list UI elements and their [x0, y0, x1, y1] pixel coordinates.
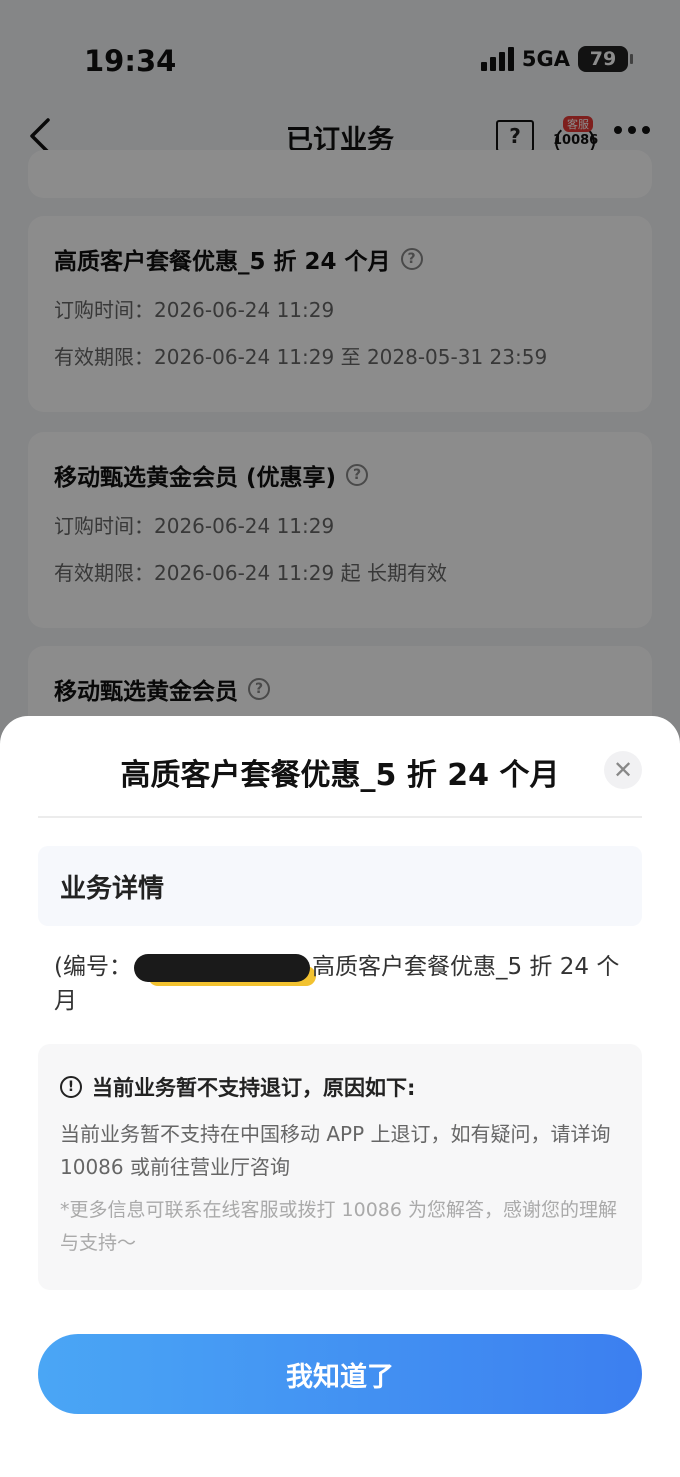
- info-icon: !: [60, 1076, 82, 1098]
- notice-title: 当前业务暂不支持退订，原因如下:: [92, 1076, 416, 1100]
- sheet-title: 高质客户套餐优惠_5 折 24 个月: [120, 758, 560, 793]
- divider: [38, 816, 642, 818]
- confirm-button[interactable]: 我知道了: [38, 1334, 642, 1414]
- biz-prefix: (编号：: [54, 954, 132, 980]
- detail-bottom-sheet: 高质客户套餐优惠_5 折 24 个月 ✕ 业务详情 (编号： 高质客户套餐优惠_5…: [0, 716, 680, 1477]
- close-icon[interactable]: ✕: [604, 751, 642, 789]
- notice-tip: *更多信息可联系在线客服或拨打 10086 为您解答，感谢您的理解与支持～: [60, 1199, 618, 1254]
- business-id-line: (编号： 高质客户套餐优惠_5 折 24 个月: [54, 950, 634, 1018]
- notice-box: ! 当前业务暂不支持退订，原因如下: 当前业务暂不支持在中国移动 APP 上退订…: [38, 1044, 642, 1290]
- section-header: 业务详情: [38, 846, 642, 926]
- notice-body: 当前业务暂不支持在中国移动 APP 上退订，如有疑问，请详询 10086 或前往…: [60, 1122, 611, 1179]
- section-title: 业务详情: [60, 873, 165, 904]
- redacted-mark: [133, 953, 310, 982]
